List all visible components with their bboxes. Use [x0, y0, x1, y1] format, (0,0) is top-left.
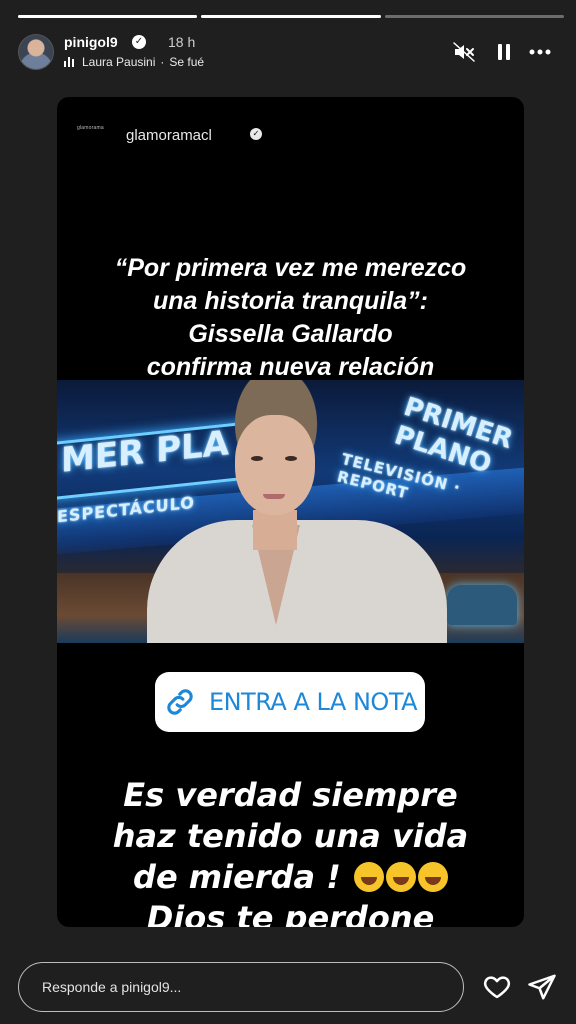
source-account[interactable]: glamoramacl [126, 127, 212, 144]
post-time: 18 h [168, 34, 196, 50]
headline-line: “Por primera vez me merezco [114, 254, 467, 282]
reply-input[interactable]: Responde a pinigol9... [18, 962, 464, 1012]
woman-face [235, 415, 315, 515]
progress-segment [201, 15, 381, 18]
story-card[interactable]: glamorama glamoramacl ✓ “Por primera vez… [57, 97, 524, 927]
music-song: Se fué [169, 55, 205, 69]
caption-line: de mierda ! [133, 858, 341, 896]
link-sticker-button[interactable]: ENTRA A LA NOTA [155, 672, 425, 732]
music-bars-icon [64, 57, 76, 67]
photo-car [447, 585, 517, 625]
link-icon [167, 689, 193, 715]
woman-neck [253, 510, 297, 550]
laughing-emoji-icon [417, 862, 448, 892]
music-info[interactable]: Laura Pausini · Se fué [82, 55, 204, 69]
music-separator: · [160, 55, 165, 69]
headline: “Por primera vez me merezco una historia… [67, 252, 514, 384]
headline-line: Gissella Gallardo [188, 320, 393, 348]
more-icon[interactable] [528, 40, 552, 64]
caption-line: haz tenido una vida [112, 817, 469, 855]
woman-eye [251, 456, 263, 461]
verified-badge-icon: ✓ [132, 35, 146, 49]
music-artist: Laura Pausini [82, 55, 156, 69]
caption-line: Dios te perdone [146, 899, 435, 927]
story-caption: Es verdad siempre haz tenido una vida de… [57, 775, 524, 927]
source-verified-icon: ✓ [250, 128, 262, 140]
send-icon[interactable] [527, 972, 557, 1002]
avatar[interactable] [18, 34, 54, 70]
reply-placeholder: Responde a pinigol9... [42, 979, 182, 995]
woman-mouth [263, 494, 285, 499]
username[interactable]: pinigol9 [64, 34, 118, 50]
laughing-emoji-icon [385, 862, 416, 892]
heart-icon[interactable] [482, 972, 512, 1002]
progress-segment [18, 15, 198, 18]
progress-segment [384, 15, 564, 18]
pause-icon[interactable] [492, 40, 516, 64]
woman-eye [285, 456, 297, 461]
caption-line: Es verdad siempre [123, 776, 458, 814]
story-photo: MER PLA PRIMER PLANO ESPECTÁCULO TELEVIS… [57, 380, 524, 643]
link-label: ENTRA A LA NOTA [208, 688, 418, 716]
caption-line-with-emoji: de mierda ! [57, 857, 524, 898]
laughing-emoji-icon [353, 862, 384, 892]
headline-line: una historia tranquila”: [152, 287, 429, 315]
story-progress [18, 15, 564, 18]
story-header: pinigol9 ✓ 18 h Laura Pausini · Se fué [18, 32, 562, 72]
source-logo: glamorama [77, 125, 104, 131]
mute-icon[interactable] [452, 40, 476, 64]
